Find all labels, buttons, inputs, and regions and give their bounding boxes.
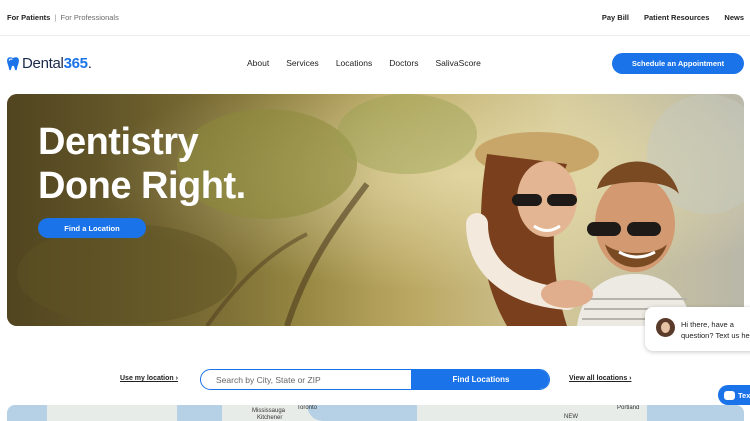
text-us-button[interactable]: Text [718, 385, 750, 405]
nav-doctors[interactable]: Doctors [389, 58, 418, 68]
news-link[interactable]: News [724, 13, 744, 22]
audience-separator: | [54, 13, 57, 22]
nav-links: About Services Locations Doctors SalivaS… [247, 58, 481, 68]
map-water-lake [177, 405, 222, 421]
nav-about[interactable]: About [247, 58, 269, 68]
for-professionals-link[interactable]: For Professionals [60, 13, 118, 22]
schedule-appointment-button[interactable]: Schedule an Appointment [612, 53, 744, 74]
chat-line-1: Hi there, have a [681, 320, 734, 329]
map-label-toronto: Toronto [297, 405, 318, 411]
agent-avatar [656, 318, 675, 337]
audience-switcher: For Patients | For Professionals [7, 13, 119, 22]
tooth-icon [7, 56, 19, 70]
brand-number: 365 [63, 55, 88, 72]
map-label-mississauga: Mississauga [252, 408, 286, 414]
patient-resources-link[interactable]: Patient Resources [644, 13, 709, 22]
pay-bill-link[interactable]: Pay Bill [602, 13, 629, 22]
map-water-east [647, 405, 744, 421]
find-locations-button[interactable]: Find Locations [411, 370, 549, 389]
chat-message: Hi there, have a question? Text us here. [681, 319, 750, 341]
hero-title-line1: Dentistry [38, 121, 199, 163]
find-location-button[interactable]: Find a Location [38, 218, 146, 238]
hero-title-line2: Done Right. [38, 165, 246, 207]
hero-title: Dentistry Done Right. [38, 120, 246, 208]
map-label-portland: Portland [617, 405, 640, 411]
hero-banner: Dentistry Done Right. Find a Location [7, 94, 744, 326]
locations-map[interactable]: Mississauga Toronto NEW Portland Kitchen… [7, 405, 744, 421]
for-patients-link[interactable]: For Patients [7, 13, 50, 22]
utility-links: Pay Bill Patient Resources News [602, 13, 744, 22]
map-label-new: NEW [564, 414, 578, 420]
utility-bar: For Patients | For Professionals Pay Bil… [0, 0, 750, 36]
use-my-location-link[interactable]: Use my location › [120, 375, 178, 382]
text-us-label: Text [738, 390, 750, 400]
brand-name: Dental365. [22, 55, 92, 72]
location-search-input[interactable] [201, 370, 411, 389]
nav-services[interactable]: Services [286, 58, 319, 68]
map-label-kitchener: Kitchener [257, 415, 283, 421]
nav-locations[interactable]: Locations [336, 58, 372, 68]
view-all-locations-link[interactable]: View all locations › [569, 375, 632, 382]
agent-face [661, 322, 670, 333]
brand-logo[interactable]: Dental365. [6, 55, 92, 72]
chat-line-2: question? Text us here. [681, 331, 750, 340]
map-water-lake-ontario [307, 405, 417, 421]
location-search-bar: Find Locations [200, 369, 550, 390]
brand-prefix: Dental [22, 55, 64, 72]
brand-dot: . [87, 55, 92, 72]
chat-prompt[interactable]: Hi there, have a question? Text us here. [645, 307, 750, 351]
main-nav: Dental365. About Services Locations Doct… [0, 36, 750, 92]
nav-salivascore[interactable]: SalivaScore [436, 58, 481, 68]
map-water-west [7, 405, 47, 421]
message-icon [724, 390, 735, 400]
